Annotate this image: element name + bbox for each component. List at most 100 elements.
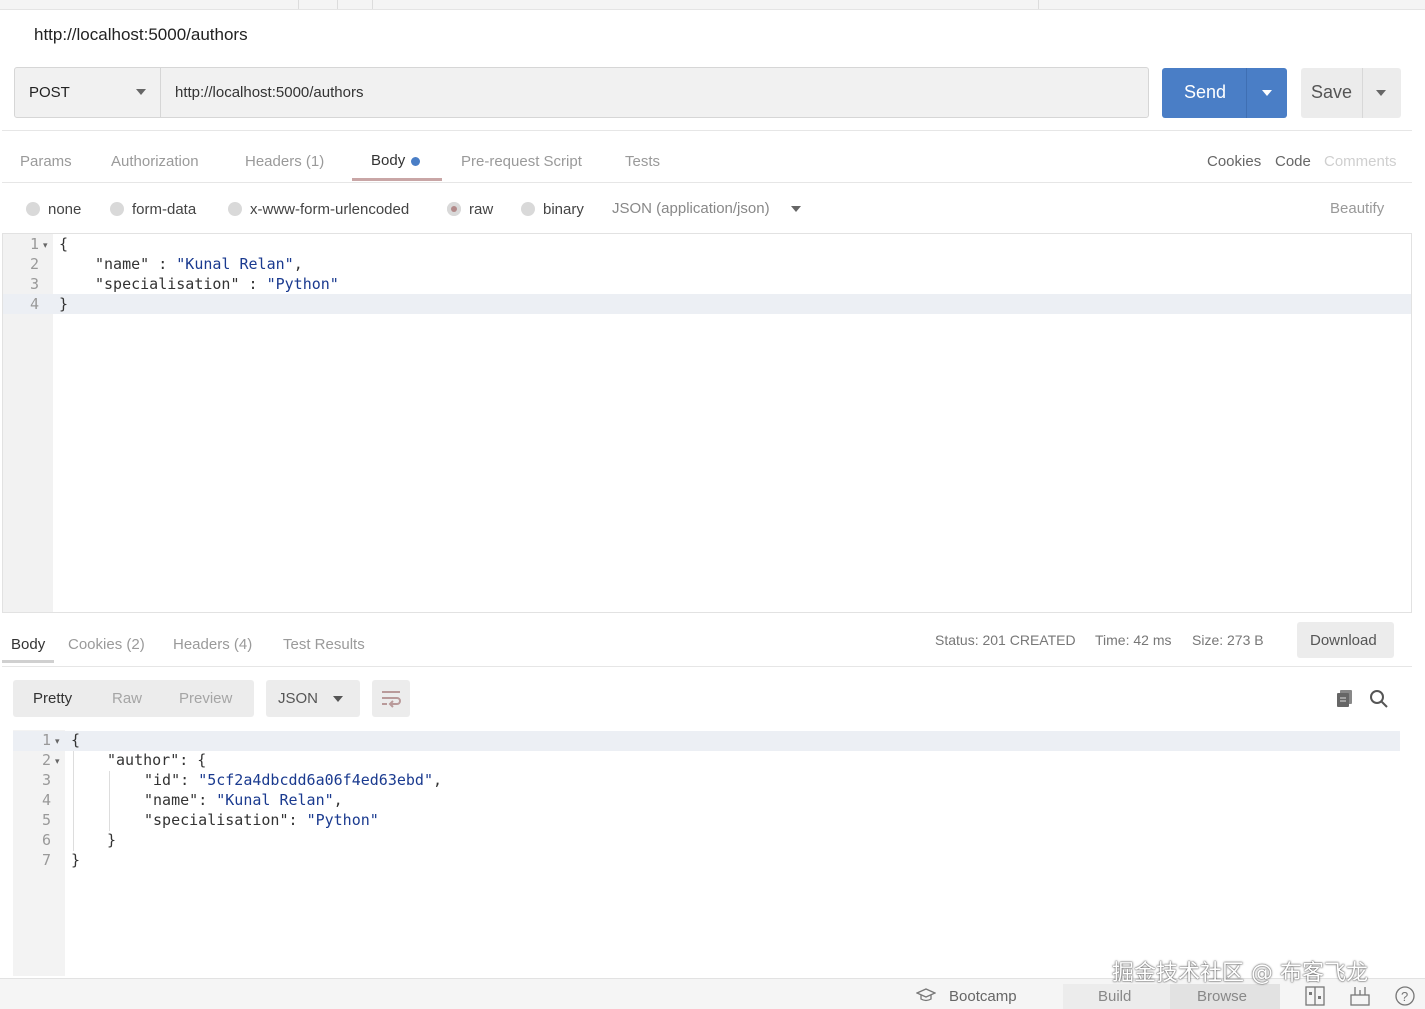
active-line	[13, 731, 1400, 751]
tab-params[interactable]: Params	[20, 153, 72, 170]
radio-urlencoded[interactable]: x-www-form-urlencoded	[228, 201, 409, 218]
comments-link[interactable]: Comments	[1324, 153, 1397, 170]
view-pretty[interactable]: Pretty	[33, 690, 72, 707]
top-tab-strip	[0, 0, 1425, 10]
build-label: Build	[1098, 988, 1132, 1005]
radio-none-label: none	[48, 201, 82, 218]
layout-icon[interactable]	[1305, 986, 1325, 1009]
code-line: {	[59, 235, 69, 253]
help-icon[interactable]: ?	[1394, 985, 1416, 1009]
fold-arrow-icon[interactable]: ▾	[55, 736, 60, 747]
method-label: POST	[29, 84, 70, 101]
modified-dot-icon	[411, 156, 421, 166]
wrap-lines-button[interactable]	[372, 680, 410, 717]
watermark-text: 掘金技术社区 @ 布客飞龙	[1112, 961, 1368, 986]
method-select[interactable]: POST	[15, 68, 161, 117]
view-raw[interactable]: Raw	[112, 690, 142, 707]
radio-binary-label: binary	[543, 201, 584, 218]
tab-authorization[interactable]: Authorization	[111, 153, 199, 170]
request-title: http://localhost:5000/authors	[34, 25, 248, 44]
code-line: "specialisation": "Python"	[144, 811, 379, 829]
view-mode-group: Pretty Raw Preview	[13, 680, 254, 717]
radio-circle-icon	[110, 202, 124, 216]
resp-tab-body[interactable]: Body	[11, 636, 45, 653]
svg-text:?: ?	[1401, 989, 1408, 1004]
tab-tests[interactable]: Tests	[625, 153, 660, 170]
line-number: 3	[29, 275, 39, 293]
chevron-down-icon[interactable]	[1376, 90, 1386, 96]
resp-tab-cookies[interactable]: Cookies (2)	[68, 636, 145, 653]
code-line: }	[107, 831, 117, 849]
line-number: 5	[41, 811, 51, 829]
chevron-down-icon	[333, 696, 343, 702]
url-input[interactable]	[175, 84, 1135, 101]
radio-circle-icon	[228, 202, 242, 216]
tab-headers[interactable]: Headers (1)	[245, 153, 324, 170]
fold-arrow-icon[interactable]: ▾	[43, 240, 48, 251]
line-number: 4	[29, 295, 39, 313]
chevron-down-icon[interactable]	[1262, 90, 1272, 96]
radio-urlencoded-label: x-www-form-urlencoded	[250, 201, 410, 218]
response-time: Time: 42 ms	[1095, 632, 1172, 648]
resp-tab-test-results[interactable]: Test Results	[283, 636, 365, 653]
radio-circle-icon	[521, 202, 535, 216]
resp-tab-headers[interactable]: Headers (4)	[173, 636, 252, 653]
radio-form-data[interactable]: form-data	[110, 201, 196, 218]
tab-body[interactable]: Body	[371, 152, 421, 169]
content-type-select[interactable]: JSON (application/json)	[612, 200, 770, 217]
radio-circle-icon	[26, 202, 40, 216]
beautify-link[interactable]: Beautify	[1330, 200, 1384, 217]
line-number: 7	[41, 851, 51, 869]
line-number: 3	[41, 771, 51, 789]
response-body-viewer[interactable]: 1 ▾ 2 ▾ 3 4 5 6 7 { "author": { "id": "5…	[13, 730, 1400, 976]
line-number: 1	[29, 235, 39, 253]
cookies-link[interactable]: Cookies	[1207, 153, 1261, 170]
copy-icon[interactable]	[1336, 689, 1354, 713]
bootcamp-link[interactable]: Bootcamp	[949, 988, 1017, 1005]
radio-raw[interactable]: raw	[447, 201, 493, 218]
wrap-icon	[382, 691, 401, 708]
bootcamp-icon	[915, 988, 937, 1007]
send-button[interactable]: Send	[1162, 68, 1287, 118]
code-line: "name" : "Kunal Relan",	[95, 255, 303, 273]
response-size: Size: 273 B	[1192, 632, 1264, 648]
radio-form-data-label: form-data	[132, 201, 197, 218]
chevron-down-icon	[136, 89, 146, 95]
code-line: "author": {	[107, 751, 207, 769]
fold-arrow-icon[interactable]: ▾	[55, 756, 60, 767]
response-status: Status: 201 CREATED	[935, 632, 1076, 648]
line-number: 4	[41, 791, 51, 809]
browse-button[interactable]: Browse	[1170, 984, 1280, 1009]
active-line	[3, 294, 1411, 314]
browse-label: Browse	[1197, 988, 1248, 1005]
radio-raw-label: raw	[469, 201, 494, 218]
code-line: "id": "5cf2a4dbcdd6a06f4ed63ebd",	[144, 771, 443, 789]
format-select[interactable]: JSON	[266, 680, 360, 717]
request-bar: POST	[14, 67, 1149, 118]
radio-selected-icon	[447, 202, 461, 216]
code-line: {	[71, 731, 81, 749]
line-number: 1	[41, 731, 51, 749]
build-button[interactable]: Build	[1063, 984, 1170, 1009]
code-line: "name": "Kunal Relan",	[144, 791, 343, 809]
line-number: 2	[41, 751, 51, 769]
code-link[interactable]: Code	[1275, 153, 1311, 170]
chevron-down-icon[interactable]	[791, 206, 801, 212]
code-line: }	[59, 295, 69, 313]
download-button[interactable]: Download	[1297, 622, 1394, 658]
request-body-editor[interactable]: 1 ▾ 2 3 4 { "name" : "Kunal Relan", "spe…	[2, 233, 1412, 613]
line-number: 6	[41, 831, 51, 849]
save-button[interactable]: Save	[1301, 68, 1401, 118]
radio-binary[interactable]: binary	[521, 201, 584, 218]
line-number: 2	[29, 255, 39, 273]
runner-icon[interactable]	[1349, 985, 1371, 1009]
save-label: Save	[1311, 82, 1353, 102]
code-line: "specialisation" : "Python"	[95, 275, 339, 293]
radio-none[interactable]: none	[26, 201, 81, 218]
view-preview[interactable]: Preview	[179, 690, 232, 707]
tab-prerequest-script[interactable]: Pre-request Script	[461, 153, 582, 170]
send-label: Send	[1184, 82, 1227, 102]
code-line: }	[71, 851, 81, 869]
search-icon[interactable]	[1369, 689, 1389, 714]
tab-body-label: Body	[371, 152, 406, 169]
